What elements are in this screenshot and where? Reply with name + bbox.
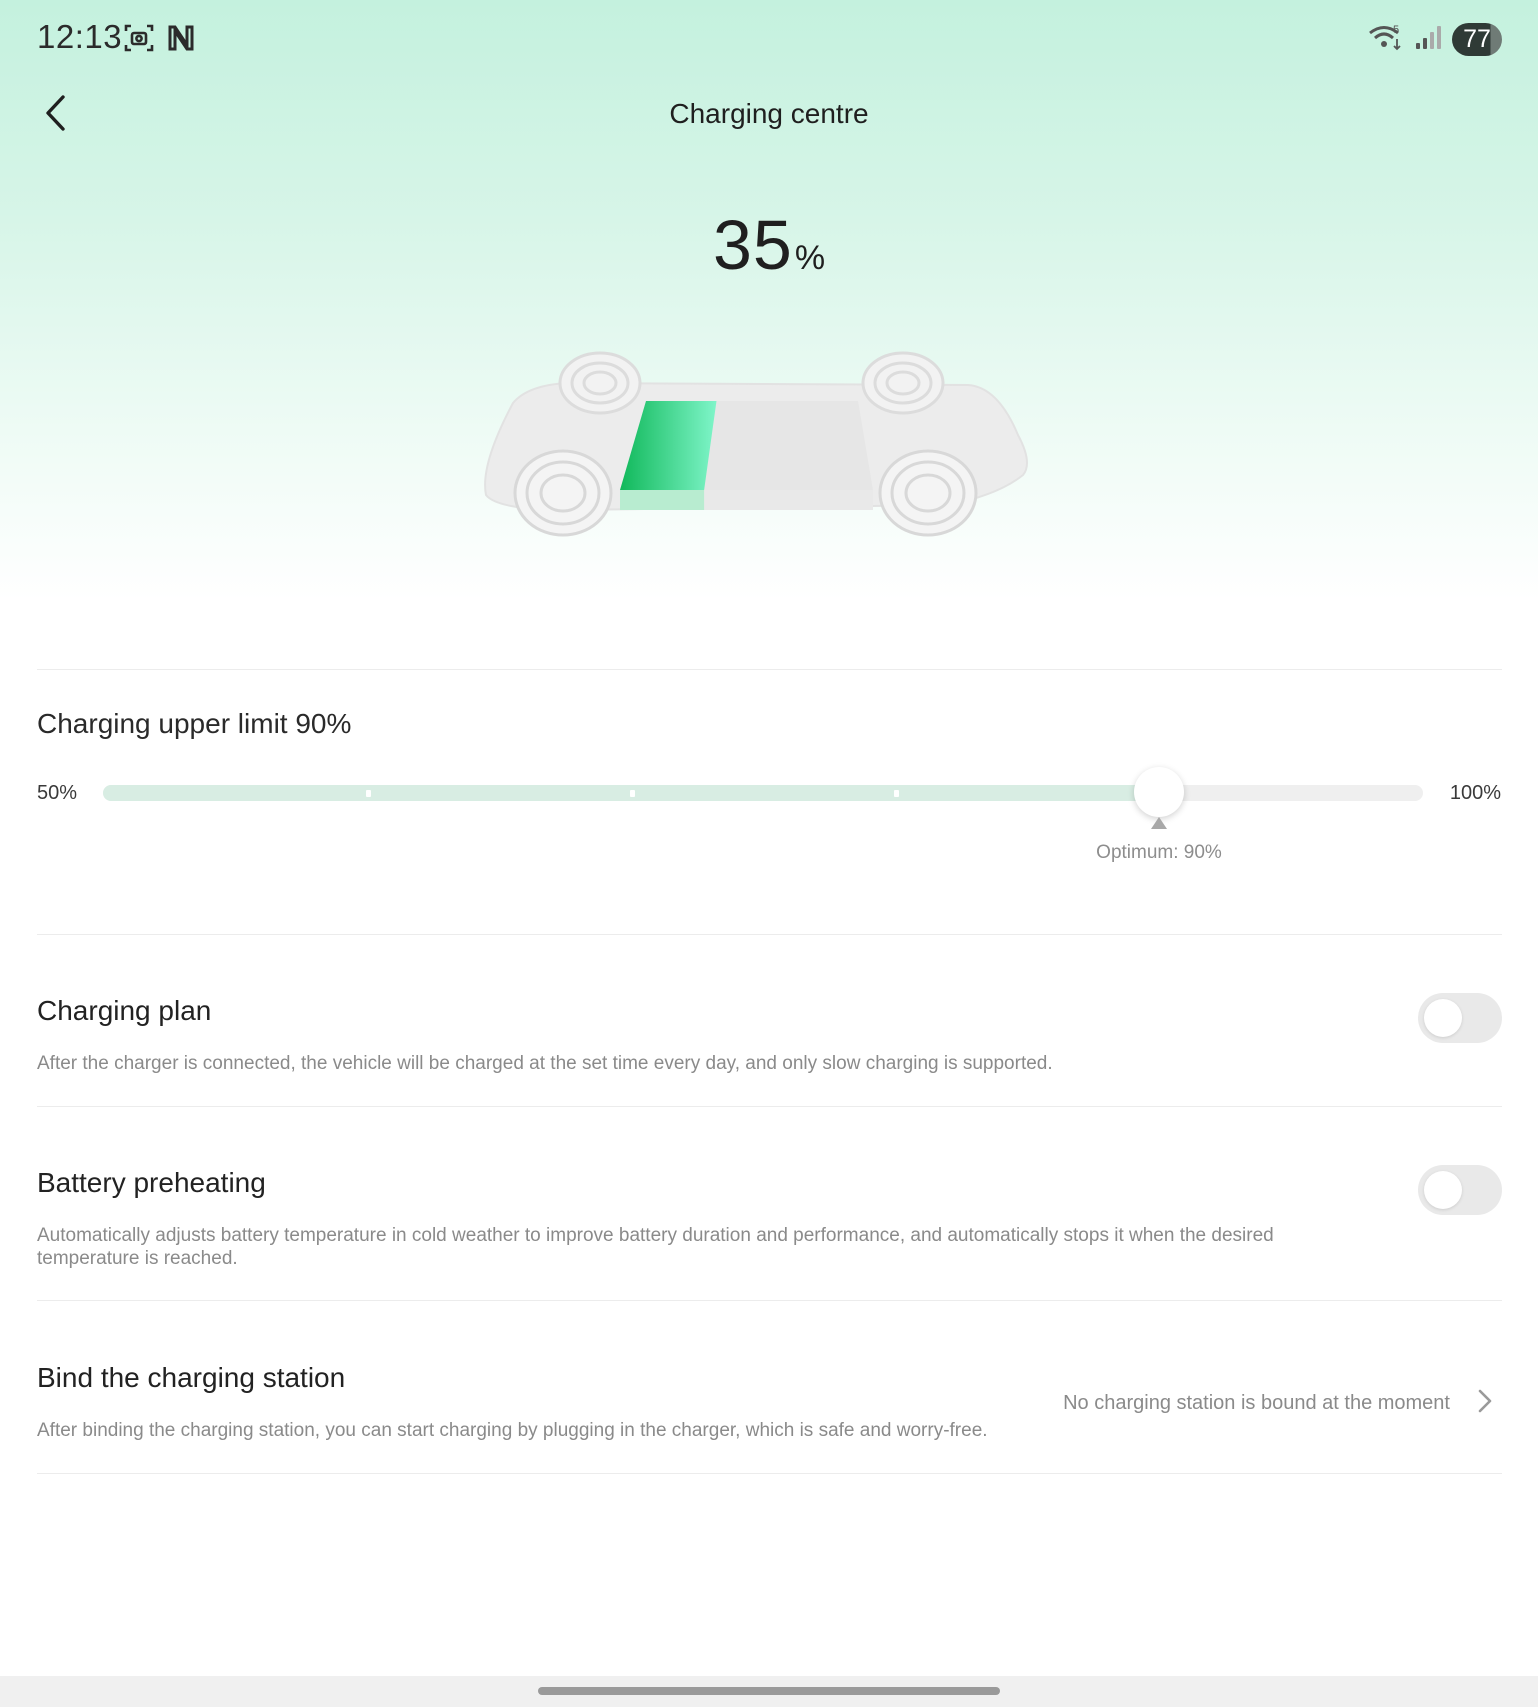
wheel-rear-right <box>861 351 945 415</box>
chevron-right-icon <box>1477 1388 1493 1419</box>
slider-tick <box>366 790 371 797</box>
optimum-marker-icon <box>1151 817 1167 829</box>
battery-percentage: 35 <box>712 206 793 284</box>
divider <box>37 1106 1502 1107</box>
slider-max-label: 100% <box>1449 782 1501 804</box>
divider <box>37 669 1502 670</box>
charging-plan-title: Charging plan <box>37 995 212 1026</box>
toggle-knob <box>1424 1171 1462 1209</box>
status-bar: 12:13 5 77 <box>0 0 1538 80</box>
slider-tick <box>630 790 635 797</box>
status-time: 12:13 <box>37 18 123 55</box>
car-battery-illustration <box>478 345 1048 545</box>
slider-min-label: 50% <box>37 782 78 804</box>
battery-charge-base <box>620 490 705 510</box>
navigation-bar <box>0 1676 1538 1707</box>
wheel-rear-left <box>558 351 642 415</box>
slider-thumb[interactable] <box>1134 767 1184 817</box>
battery-readout: 35% <box>0 205 1538 285</box>
cellular-signal-icon <box>1414 23 1442 56</box>
battery-preheating-description: Automatically adjusts battery temperatur… <box>37 1225 1274 1269</box>
bind-charging-station-row[interactable]: Bind the charging station After binding … <box>0 1345 1538 1475</box>
battery-preheating-title: Battery preheating <box>37 1167 266 1198</box>
charging-plan-description: After the charger is connected, the vehi… <box>37 1053 1053 1074</box>
charging-limit-slider[interactable] <box>103 767 1423 817</box>
header: Charging centre <box>0 80 1538 152</box>
optimum-label: Optimum: 90% <box>1096 842 1222 863</box>
bind-charging-station-description: After binding the charging station, you … <box>37 1420 988 1441</box>
page-title: Charging centre <box>669 98 869 129</box>
battery-preheating-toggle[interactable] <box>1418 1165 1502 1215</box>
toggle-knob <box>1424 999 1462 1037</box>
screenshot-icon <box>123 22 155 59</box>
status-left-icons <box>123 22 197 59</box>
charging-plan-toggle[interactable] <box>1418 993 1502 1043</box>
slider-tick <box>894 790 899 797</box>
charging-station-status: No charging station is bound at the mome… <box>1063 1392 1450 1414</box>
divider <box>37 1473 1502 1474</box>
divider <box>37 1300 1502 1301</box>
battery-unit: % <box>794 239 826 277</box>
wifi-badge: 5 <box>1393 24 1399 36</box>
battery-pack <box>620 401 873 510</box>
divider <box>37 934 1502 935</box>
battery-indicator: 77 <box>1452 23 1502 56</box>
wifi-icon: 5 <box>1368 22 1404 57</box>
wheel-front-left <box>513 449 613 537</box>
nfc-icon <box>165 22 197 59</box>
wheel-front-right <box>878 449 978 537</box>
bind-charging-station-title: Bind the charging station <box>37 1362 346 1393</box>
status-right-icons: 5 77 <box>1368 22 1502 57</box>
home-indicator[interactable] <box>538 1687 1000 1695</box>
charging-limit-label: Charging upper limit 90% <box>37 708 352 739</box>
